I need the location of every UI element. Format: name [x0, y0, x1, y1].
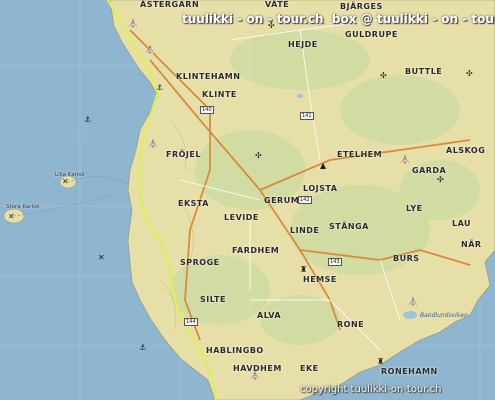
place-silte: SILTE [200, 295, 226, 304]
place-lau: LAU [452, 219, 472, 228]
place-etelhem: ETELHEM [337, 150, 383, 159]
place-vate: VÄTE [265, 0, 290, 9]
place-ronehamn: RONEHAMN [381, 367, 438, 376]
anchor-icon: ⚓ [156, 83, 164, 92]
place-gerum: GERUM [264, 196, 300, 205]
place-nar: NÄR [461, 240, 482, 249]
church-icon: ⛪ [128, 19, 138, 28]
place-bjarges: BJÄRGES [340, 2, 383, 11]
place-klinte: KLINTE [202, 90, 237, 99]
place-sproge: SPROGE [180, 258, 220, 267]
place-fardhem: FARDHEM [232, 246, 280, 255]
anchor-icon: ⚓ [139, 343, 147, 352]
place-rone: RONE [337, 320, 365, 329]
road-shield: 141 [300, 112, 314, 120]
road-shield: 143 [328, 258, 342, 266]
windmill-icon: ✣ [466, 69, 473, 78]
church-icon: ⛪ [400, 155, 410, 164]
church-icon: ⛪ [408, 297, 418, 306]
windmill-icon: ✣ [268, 21, 275, 30]
place-klintehamn: KLINTEHAMN [176, 72, 241, 81]
watermark-top: tuulikki - on - tour.ch box @ tuulikki -… [182, 12, 495, 26]
anchor-icon: ⚓ [84, 115, 92, 124]
road-shield: 140 [200, 106, 214, 114]
road-shield: 142 [298, 196, 312, 204]
place-bay: Bandlundsviken [420, 312, 468, 319]
place-hejde: HEJDE [288, 40, 318, 49]
place-lye: LYE [406, 204, 423, 213]
road-shield: 144 [184, 318, 198, 326]
windmill-icon: ✣ [255, 151, 262, 160]
place-levide: LEVIDE [224, 213, 259, 222]
place-hablingbo: HABLINGBO [206, 346, 264, 355]
place-alskog: ALSKOG [446, 146, 486, 155]
windmill-icon: ✣ [437, 175, 444, 184]
place-hemse: HEMSE [303, 275, 337, 284]
map-canvas [0, 0, 495, 400]
place-frojel: FRÖJEL [166, 150, 201, 159]
bird-icon: ✕ [8, 212, 15, 221]
bird-icon: ✕ [98, 253, 105, 262]
church-icon: ⛪ [148, 139, 158, 148]
place-alva: ALVA [257, 311, 282, 320]
place-linde: LINDE [290, 226, 320, 235]
place-garda: GARDA [412, 166, 447, 175]
church-icon: ⛪ [145, 45, 155, 54]
place-lojsta: LOJSTA [303, 184, 338, 193]
place-stanga: STÅNGA [329, 222, 369, 231]
place-lilla-karlso: Lilla Karlsö [55, 172, 85, 178]
castle-icon: ♜ [377, 357, 385, 366]
place-guldrupe: GULDRUPE [345, 30, 398, 39]
map-view[interactable]: tuulikki - on - tour.ch box @ tuulikki -… [0, 0, 495, 400]
place-burs: BURS [393, 254, 420, 263]
church-icon: ⛪ [250, 371, 260, 380]
castle-icon: ♜ [300, 265, 308, 274]
place-butle: BUTTLE [405, 67, 443, 76]
watermark-bottom: copyright tuulikki-on-tour.ch [300, 384, 442, 395]
place-stora-karlso: Stora Karlsö [6, 204, 40, 210]
windmill-icon: ✣ [380, 71, 387, 80]
place-eke: EKE [300, 364, 319, 373]
place-astergarn: ÄSTERGARN [140, 0, 200, 9]
bird-icon: ✕ [62, 177, 69, 186]
place-eksta: EKSTA [178, 199, 209, 208]
campsite-icon: ▲ [320, 161, 327, 170]
